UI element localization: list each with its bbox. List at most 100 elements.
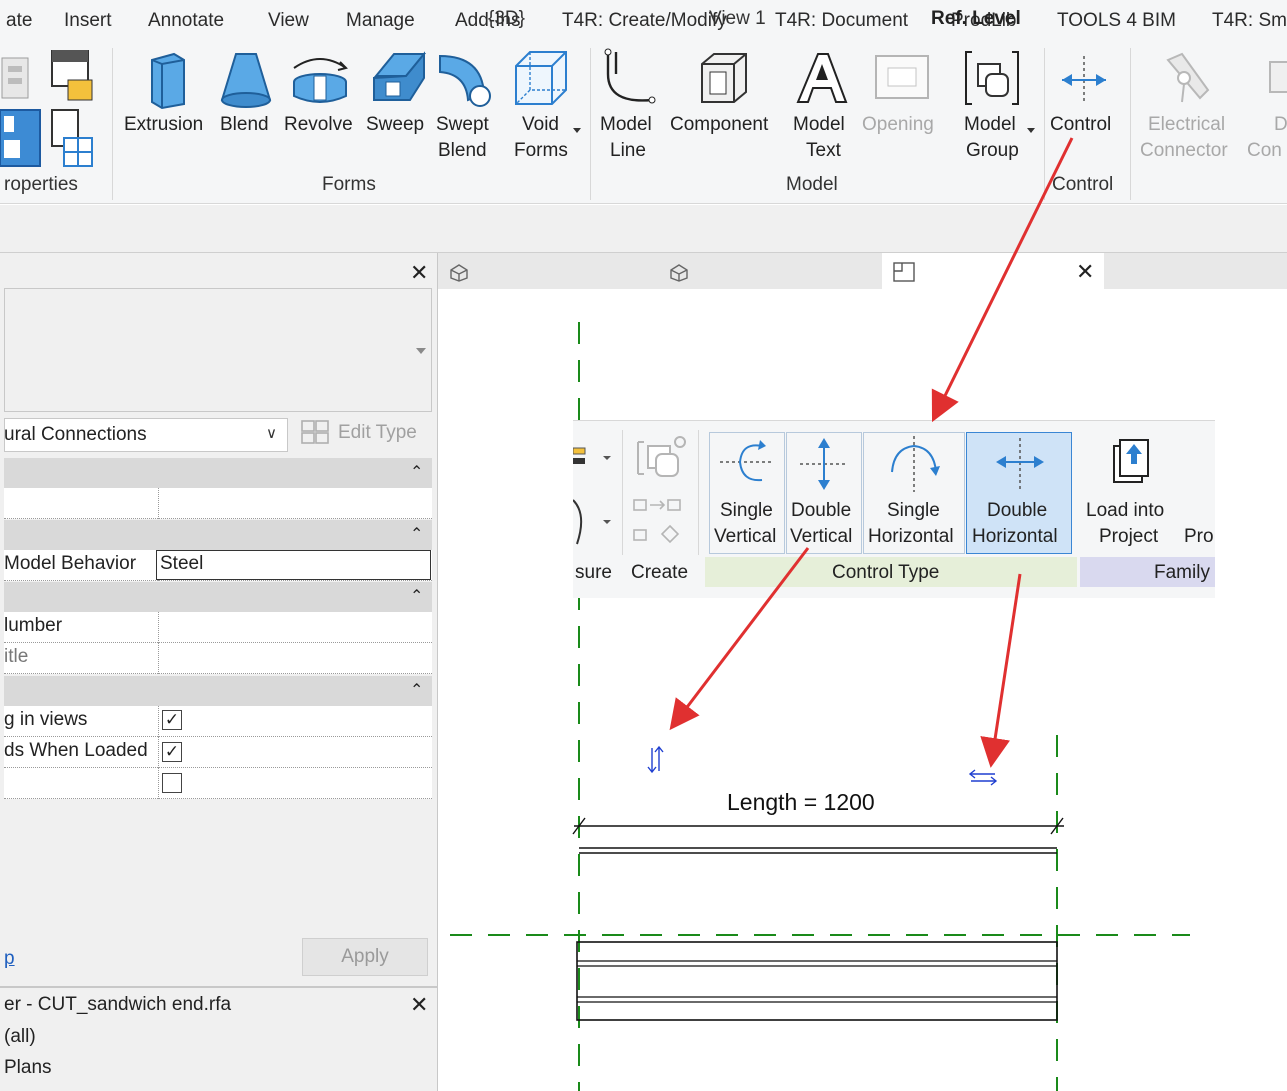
component-icon[interactable] [692,48,756,110]
tab-t4r-sm[interactable]: T4R: Sm [1212,10,1287,32]
revit-family-editor: { "menu_tabs": ["ate", "Insert", "Annota… [0,0,1287,1091]
model-group-icon[interactable] [962,48,1022,110]
ribbon-separator [622,430,623,555]
swept-blend-icon[interactable] [434,48,496,110]
dimension-label[interactable]: Length = 1200 [727,789,875,816]
browser-item[interactable]: (all) [4,1026,36,1048]
double-vertical-icon [800,438,848,490]
single-horizontal-label-line2: Horizontal [868,526,954,547]
single-horizontal-label-line1: Single [887,500,940,521]
tab-t4r-create-modify[interactable]: T4R: Create/Modify [562,10,727,32]
component-label[interactable]: Component [670,112,768,138]
family-types-icon[interactable] [0,50,110,172]
extrusion-label[interactable]: Extrusion [124,112,203,138]
double-vertical-control-glyph [647,745,664,774]
tab-view[interactable]: View [268,10,309,32]
void-forms-label-line2[interactable]: Forms [514,138,568,164]
views-checkbox[interactable]: ✓ [162,710,182,730]
collapse-icon[interactable]: ⌃ [410,586,423,606]
apply-button[interactable]: Apply [302,938,428,976]
type-selector-preview[interactable] [4,288,432,412]
tab-t4r-document[interactable]: T4R: Document [775,10,908,32]
sweep-label[interactable]: Sweep [366,112,424,138]
sweep-icon[interactable] [366,48,430,110]
3d-view-icon [450,264,468,282]
load-into-project-label-line2[interactable]: Project [1099,524,1158,550]
load-into-project-icon[interactable] [1108,436,1154,488]
view-tab-close-icon[interactable]: ✕ [1076,259,1094,285]
property-row[interactable] [4,488,432,519]
view-tab-3d[interactable]: {3D} [488,8,525,30]
ribbon-tab-bar: ate Insert Annotate View Manage Add-Ins … [0,0,1287,42]
double-vertical-label-line1: Double [791,500,852,521]
tab-annotate[interactable]: Annotate [148,10,224,32]
measure-icon[interactable] [573,440,617,550]
view-tab-view-1[interactable]: View 1 [709,8,766,30]
collapse-icon[interactable]: ⌃ [410,462,423,482]
void-forms-dropdown-icon[interactable] [573,128,581,133]
single-vertical-label-line2: Vertical [714,526,777,547]
edit-type-button[interactable]: Edit Type [338,422,417,444]
control-label[interactable]: Control [1050,112,1111,138]
loaded-checkbox[interactable]: ✓ [162,742,182,762]
model-group-dropdown-icon[interactable] [1027,128,1035,133]
3d-view-icon [670,264,688,282]
tab-manage[interactable]: Manage [346,10,415,32]
double-vertical-label-line2: Vertical [790,526,853,547]
forms-panel-title: Forms [322,174,376,195]
blend-label[interactable]: Blend [220,112,269,138]
views-label: g in views [4,709,88,730]
electrical-connector-icon [1166,52,1210,103]
type-selector-dropdown-icon[interactable] [416,348,426,354]
property-row[interactable] [4,643,432,674]
dimension-tick [572,817,586,835]
duct-connector-label-line1: D [1274,114,1287,135]
void-forms-icon[interactable] [510,48,570,110]
load-into-project-label-line1[interactable]: Load into [1086,498,1164,524]
swept-blend-label-line1[interactable]: Swept [436,112,489,138]
property-row[interactable] [4,612,432,643]
model-group-label-line1[interactable]: Model [964,112,1016,138]
options-bar [0,205,1287,253]
duct-connector-icon [1269,61,1287,93]
property-group-header[interactable] [4,582,432,612]
property-group-header[interactable] [4,520,432,550]
tab-insert[interactable]: Insert [64,10,112,32]
tab-create[interactable]: ate [6,10,32,32]
double-horizontal-label-line2: Horizontal [972,526,1058,547]
model-behavior-label: Model Behavior [4,553,137,574]
control-icon[interactable] [1058,54,1110,104]
model-line-label-line1[interactable]: Model [600,112,652,138]
model-text-label-line1[interactable]: Model [793,112,845,138]
electrical-connector-label-line2: Connector [1140,140,1228,161]
load-into-project-and-close-label[interactable]: Pro [1184,524,1214,550]
revolve-label[interactable]: Revolve [284,112,353,138]
collapse-icon[interactable]: ⌃ [410,524,423,544]
create-group-icon [633,436,686,544]
model-group-label-line2[interactable]: Group [966,138,1019,164]
properties-help-link[interactable]: p [4,948,15,970]
model-line-label-line2[interactable]: Line [610,138,646,164]
model-line-icon[interactable] [602,48,658,110]
title-label: itle [4,646,29,667]
chevron-down-icon[interactable]: ∨ [266,424,277,442]
property-row[interactable] [4,768,432,799]
void-forms-label-line1[interactable]: Void [522,112,559,138]
properties-close-icon[interactable]: ✕ [410,260,428,286]
dimension-tick [1050,817,1064,835]
revolve-icon[interactable] [288,50,352,110]
property-group-header[interactable] [4,676,432,706]
unchecked-checkbox[interactable] [162,773,182,793]
swept-blend-label-line2[interactable]: Blend [438,138,487,164]
collapse-icon[interactable]: ⌃ [410,680,423,700]
extrusion-icon[interactable] [144,50,190,110]
blend-icon[interactable] [218,50,274,110]
view-tab-ref-level[interactable]: Ref. Level [931,8,1021,30]
project-browser-close-icon[interactable]: ✕ [410,992,428,1018]
property-group-header[interactable] [4,458,432,488]
browser-item[interactable]: Plans [4,1057,52,1079]
model-text-icon[interactable] [794,48,850,110]
double-horizontal-label-line1: Double [987,500,1048,521]
tab-tools-4-bim[interactable]: TOOLS 4 BIM [1057,10,1176,32]
model-text-label-line2[interactable]: Text [806,138,841,164]
